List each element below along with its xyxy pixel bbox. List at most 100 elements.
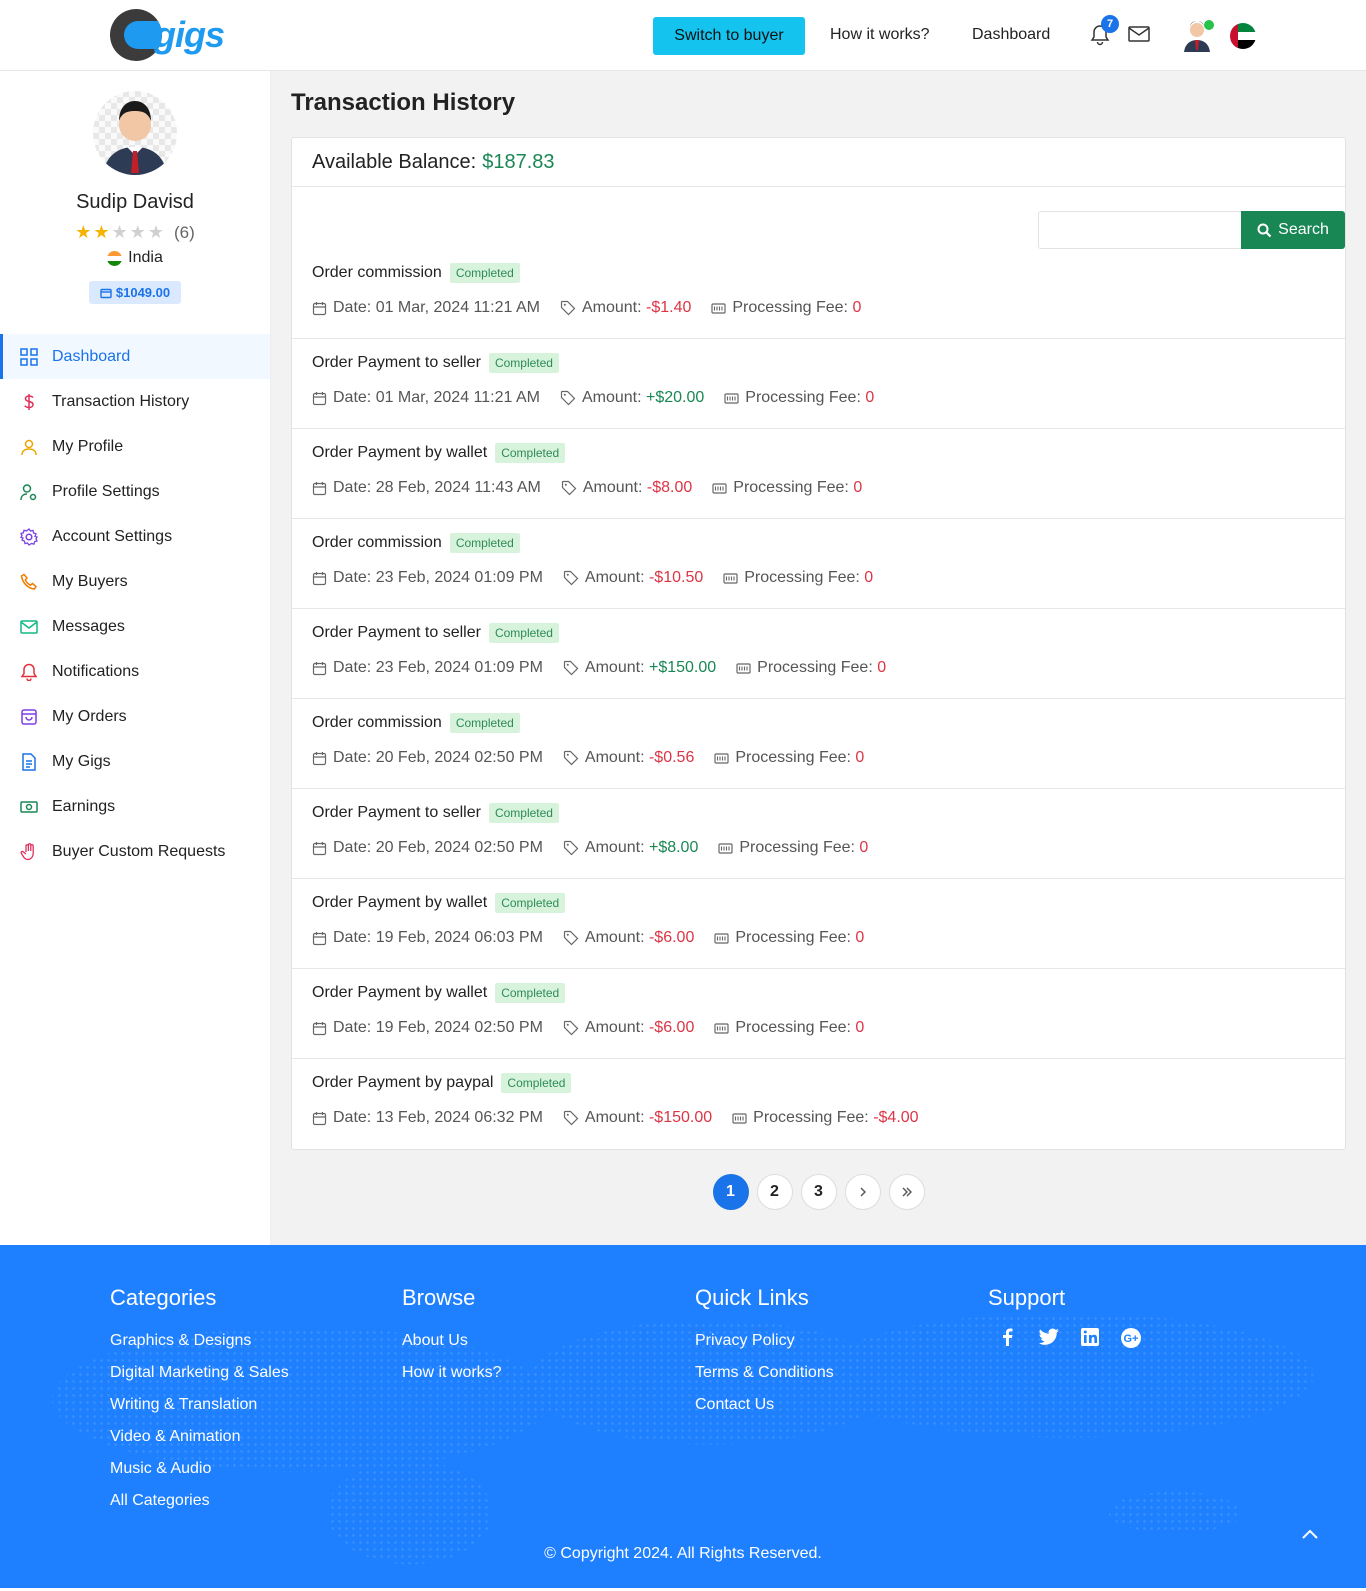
footer-link[interactable]: Video & Animation	[110, 1421, 289, 1453]
transaction-list: Order commission Completed Date: 01 Mar, 2…	[292, 249, 1345, 1149]
amount-label: Amount:	[582, 479, 643, 496]
transaction-date: Date: 19 Feb, 2024 06:03 PM	[312, 929, 543, 947]
chevron-right-icon	[860, 1187, 866, 1197]
amount-value: -$1.40	[646, 299, 692, 316]
date-text: Date: 19 Feb, 2024 02:50 PM	[333, 1019, 543, 1036]
footer-quick-links: Quick Links Privacy Policy Terms & Condi…	[695, 1285, 834, 1421]
balance-value: $187.83	[482, 150, 555, 173]
transaction-header: Order Payment by wallet Completed	[312, 443, 1325, 463]
sidebar: Sudip Davisd ★ ★ ★ ★ ★ (6) India $1049.0…	[0, 71, 271, 1245]
main-content: Transaction History Available Balance: $…	[271, 71, 1366, 1245]
transaction-row: Order Payment by paypal Completed Date: 13…	[292, 1059, 1345, 1149]
twitter-icon[interactable]	[1038, 1327, 1060, 1349]
transaction-meta: Date: 20 Feb, 2024 02:50 PM Amount: -$0.5…	[312, 749, 1325, 767]
fee-label: Processing Fee:	[735, 929, 851, 946]
footer-link[interactable]: Privacy Policy	[695, 1325, 834, 1357]
sidebar-item-account-settings[interactable]: Account Settings	[0, 514, 270, 559]
fee-label: Processing Fee:	[753, 1109, 869, 1126]
transaction-header: Order Payment by paypal Completed	[312, 1073, 1325, 1093]
footer-browse: Browse About Us How it works?	[402, 1285, 502, 1389]
sidebar-item-transaction-history[interactable]: Transaction History	[0, 379, 270, 424]
date-text: Date: 20 Feb, 2024 02:50 PM	[333, 839, 543, 856]
calendar-icon	[312, 391, 327, 405]
balance-label: Available Balance:	[312, 150, 477, 173]
status-badge: Completed	[488, 353, 559, 373]
fee-value: 0	[865, 389, 875, 406]
next-page-button[interactable]	[844, 1174, 881, 1210]
sidebar-item-profile-settings[interactable]: Profile Settings	[0, 469, 270, 514]
fee-label: Processing Fee:	[732, 299, 848, 316]
footer-link[interactable]: Digital Marketing & Sales	[110, 1357, 289, 1389]
last-page-button[interactable]	[888, 1174, 925, 1210]
footer-link[interactable]: About Us	[402, 1325, 502, 1357]
transaction-row: Order commission Completed Date: 20 Feb, 2…	[292, 699, 1345, 789]
fee-value: 0	[855, 1019, 865, 1036]
footer-link[interactable]: Graphics & Designs	[110, 1325, 289, 1357]
tag-icon	[560, 300, 576, 316]
sidebar-item-buyer-custom-requests[interactable]: Buyer Custom Requests	[0, 829, 270, 874]
dollar-icon	[24, 393, 34, 410]
fee-value: 0	[859, 839, 869, 856]
footer: Categories Graphics & Designs Digital Ma…	[0, 1245, 1366, 1588]
calendar-icon	[312, 841, 327, 855]
transaction-meta: Date: 01 Mar, 2024 11:21 AM Amount: +$20.…	[312, 389, 1325, 407]
footer-link[interactable]: Terms & Conditions	[695, 1357, 834, 1389]
transaction-fee: Processing Fee: 0	[711, 299, 861, 317]
search-input[interactable]	[1038, 211, 1241, 249]
star-filled-icon: ★	[93, 222, 110, 242]
nav-dashboard[interactable]: Dashboard	[972, 26, 1050, 44]
footer-link[interactable]: Writing & Translation	[110, 1389, 289, 1421]
transaction-row: Order Payment to seller Completed Date: 23…	[292, 609, 1345, 699]
sidebar-item-my-buyers[interactable]: My Buyers	[0, 559, 270, 604]
google-plus-icon[interactable]: G+	[1120, 1327, 1142, 1349]
transaction-fee: Processing Fee: 0	[723, 569, 873, 587]
sidebar-item-my-gigs[interactable]: My Gigs	[0, 739, 270, 784]
logo[interactable]: gigs	[110, 9, 225, 61]
footer-heading: Quick Links	[695, 1285, 809, 1310]
footer-link[interactable]: All Categories	[110, 1485, 289, 1517]
transaction-amount: Amount: -$6.00	[563, 1019, 694, 1037]
receipt-icon	[724, 392, 739, 404]
mail-icon[interactable]	[1128, 26, 1150, 42]
sidebar-item-earnings[interactable]: Earnings	[0, 784, 270, 829]
calendar-icon	[312, 1021, 327, 1035]
footer-link[interactable]: Contact Us	[695, 1389, 834, 1421]
page-1-button[interactable]: 1	[712, 1174, 749, 1210]
linkedin-icon[interactable]	[1080, 1327, 1100, 1349]
sidebar-item-label: Transaction History	[52, 392, 190, 410]
footer-link[interactable]: Music & Audio	[110, 1453, 289, 1485]
tag-icon	[563, 1110, 579, 1126]
language-flag-icon[interactable]	[1230, 23, 1256, 49]
receipt-icon	[711, 302, 726, 314]
scroll-to-top-button[interactable]	[1300, 1527, 1320, 1541]
fee-label: Processing Fee:	[733, 479, 849, 496]
switch-to-buyer-button[interactable]: Switch to buyer	[653, 17, 805, 55]
calendar-icon	[312, 481, 327, 495]
transaction-row: Order Payment by wallet Completed Date: 28…	[292, 429, 1345, 519]
profile-avatar	[93, 91, 177, 175]
transaction-date: Date: 23 Feb, 2024 01:09 PM	[312, 659, 543, 677]
transaction-amount: Amount: +$150.00	[563, 659, 716, 677]
chevron-up-icon	[1302, 1529, 1318, 1539]
sidebar-item-label: Account Settings	[52, 527, 173, 545]
sidebar-item-notifications[interactable]: Notifications	[0, 649, 270, 694]
amount-value: -$10.50	[648, 569, 704, 586]
sidebar-item-label: My Gigs	[52, 752, 111, 770]
nav-how-it-works[interactable]: How it works?	[830, 26, 930, 44]
copyright: © Copyright 2024. All Rights Reserved.	[544, 1545, 822, 1562]
facebook-icon[interactable]	[998, 1327, 1018, 1349]
footer-link[interactable]: How it works?	[402, 1357, 502, 1389]
page-3-button[interactable]: 3	[800, 1174, 837, 1210]
search-button[interactable]: Search	[1241, 211, 1345, 249]
transaction-row: Order commission Completed Date: 01 Mar, 2…	[292, 249, 1345, 339]
footer-categories: Categories Graphics & Designs Digital Ma…	[110, 1285, 289, 1517]
sidebar-item-dashboard[interactable]: Dashboard	[0, 334, 270, 379]
hand-icon	[20, 842, 34, 860]
sidebar-item-messages[interactable]: Messages	[0, 604, 270, 649]
user-settings-icon	[20, 483, 37, 500]
sidebar-item-my-orders[interactable]: My Orders	[0, 694, 270, 739]
date-text: Date: 23 Feb, 2024 01:09 PM	[333, 659, 543, 676]
sidebar-item-my-profile[interactable]: My Profile	[0, 424, 270, 469]
page-2-button[interactable]: 2	[756, 1174, 793, 1210]
sidebar-item-label: Dashboard	[52, 347, 131, 365]
